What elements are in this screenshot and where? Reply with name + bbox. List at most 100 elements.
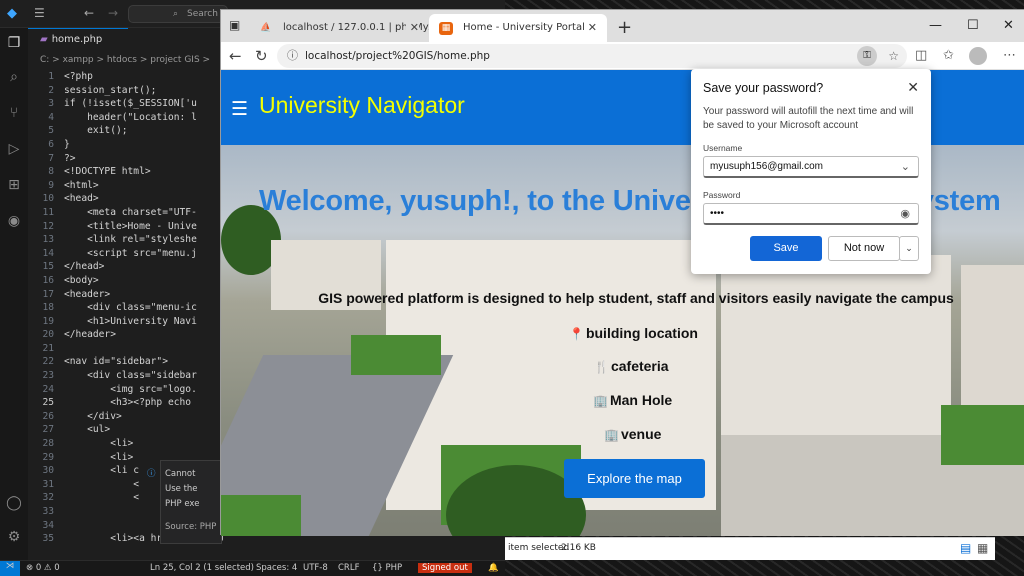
explore-map-button[interactable]: Explore the map [564, 459, 705, 498]
code-line[interactable]: 20 </header> [28, 328, 223, 342]
minimize-icon[interactable]: — [929, 12, 942, 40]
line-number: 17 [42, 288, 54, 300]
code-line[interactable]: 27 <ul> [28, 423, 223, 437]
code-line[interactable]: 11 <meta charset="UTF- [28, 206, 223, 220]
feature-venue[interactable]: 🏢 venue [604, 426, 661, 442]
code-line[interactable]: 28 <li> [28, 437, 223, 451]
split-screen-icon[interactable]: ◫ [915, 45, 927, 67]
profile-avatar[interactable] [969, 47, 987, 65]
code-line[interactable]: 4 header("Location: l [28, 111, 223, 125]
feature-building-location[interactable]: 📍 building location [569, 325, 698, 341]
editor-tab-label: home.php [51, 34, 103, 45]
code-line[interactable]: 26 </div> [28, 410, 223, 424]
close-tab-icon[interactable]: ✕ [588, 14, 597, 42]
feature-label: cafeteria [610, 358, 669, 374]
password-field[interactable]: •••• ◉ [703, 203, 919, 225]
line-number: 18 [42, 302, 54, 314]
popup-source: Source: PHP [165, 522, 217, 532]
close-icon[interactable]: ✕ [907, 79, 919, 96]
code-line[interactable]: 21 [28, 342, 223, 356]
code-line[interactable]: 17 <header> [28, 288, 223, 302]
breadcrumb[interactable]: C: > xampp > htdocs > project GIS > [40, 55, 210, 65]
back-arrow-icon[interactable]: ← [229, 44, 242, 68]
extensions-icon[interactable]: ⊞ [5, 176, 23, 194]
code-line[interactable]: 8 <!DOCTYPE html> [28, 165, 223, 179]
tab-university-portal[interactable]: ▦ Home - University Portal ✕ [429, 14, 607, 42]
code-line[interactable]: 10 <head> [28, 192, 223, 206]
favorites-icon[interactable]: ✩ [943, 45, 954, 67]
code-line[interactable]: 7 ?> [28, 152, 223, 166]
close-window-icon[interactable]: ✕ [1003, 12, 1014, 40]
explorer-icon[interactable]: ❐ [5, 34, 23, 52]
code-text: <!DOCTYPE html> [64, 166, 151, 178]
code-line[interactable]: 19 <h1>University Navi [28, 315, 223, 329]
forward-arrow-icon[interactable]: → [108, 6, 118, 20]
feature-cafeteria[interactable]: 🍴 cafeteria [594, 358, 669, 374]
password-key-icon[interactable]: ⚿ [857, 46, 877, 66]
code-line[interactable]: 23 <div class="sidebar [28, 369, 223, 383]
more-options-chevron-icon[interactable]: ⌄ [899, 236, 919, 261]
back-arrow-icon[interactable]: ← [84, 6, 94, 20]
code-line[interactable]: 16 <body> [28, 274, 223, 288]
popup-line: PHP exe [165, 499, 200, 509]
editor-tab-home-php[interactable]: ▰ home.php [28, 28, 128, 52]
close-tab-icon[interactable]: ✕ [405, 14, 419, 42]
address-bar[interactable]: ⓘ localhost/project%20GIS/home.php ⚿ ☆ [277, 44, 907, 68]
menu-icon[interactable]: ☰ [34, 6, 45, 20]
code-line[interactable]: 1 <?php [28, 70, 223, 84]
edge-tools-icon[interactable]: ◉ [5, 212, 23, 230]
chevron-down-icon[interactable]: ⌄ [901, 157, 910, 177]
code-line[interactable]: 2 session_start(); [28, 84, 223, 98]
line-number: 35 [42, 533, 54, 545]
code-line[interactable]: 3 if (!isset($_SESSION['u [28, 97, 223, 111]
dialog-title: Save your password? [703, 81, 824, 95]
line-number: 31 [42, 478, 54, 490]
run-debug-icon[interactable]: ▷ [5, 140, 23, 158]
code-line[interactable]: 24 <img src="logo. [28, 383, 223, 397]
code-text: <title>Home - Unive [64, 220, 197, 232]
reveal-password-eye-icon[interactable]: ◉ [900, 204, 910, 224]
code-line[interactable]: 13 <link rel="styleshe [28, 233, 223, 247]
source-control-icon[interactable]: ⑂ [5, 104, 23, 122]
favorite-star-icon[interactable]: ☆ [888, 44, 899, 68]
code-line[interactable]: 14 <script src="menu.j [28, 247, 223, 261]
maximize-icon[interactable]: ☐ [967, 12, 979, 40]
not-now-button[interactable]: Not now [828, 236, 900, 261]
feature-man-hole[interactable]: 🏢 Man Hole [593, 392, 672, 408]
code-line[interactable]: 6} [28, 138, 223, 152]
command-search[interactable]: ⌕ Search [128, 5, 228, 23]
tiles-view-icon[interactable]: ▦ [977, 541, 988, 555]
code-line[interactable]: 15 </head> [28, 260, 223, 274]
code-line[interactable]: 22 <nav id="sidebar"> [28, 355, 223, 369]
code-line[interactable]: 18 <div class="menu-ic [28, 301, 223, 315]
tab-phpmyadmin[interactable]: ⛵ localhost / 127.0.0.1 | phpMyAdmin ✕ [249, 14, 429, 42]
code-line[interactable]: 5 exit(); [28, 124, 223, 138]
feature-label: venue [620, 426, 662, 442]
code-line[interactable]: 12 <title>Home - Unive [28, 220, 223, 234]
fork-knife-icon: 🍴 [594, 360, 609, 374]
line-number: 19 [42, 315, 54, 327]
code-line[interactable]: 9 <html> [28, 179, 223, 193]
account-icon[interactable]: ◯ [5, 494, 23, 512]
details-view-icon[interactable]: ▤ [960, 541, 971, 555]
refresh-icon[interactable]: ↻ [255, 44, 268, 68]
popup-line: Use the [165, 484, 198, 494]
line-number: 33 [42, 506, 54, 517]
username-field[interactable]: myusuph156@gmail.com ⌄ [703, 156, 919, 178]
more-menu-icon[interactable]: ⋯ [1003, 45, 1016, 67]
save-button[interactable]: Save [750, 236, 822, 261]
line-number: 4 [48, 111, 54, 123]
tab-actions-icon[interactable]: ▣ [229, 18, 240, 32]
settings-gear-icon[interactable]: ⚙ [5, 528, 23, 546]
code-text: < [64, 478, 140, 490]
hamburger-menu-icon[interactable]: ☰ [231, 99, 248, 119]
code-line[interactable]: 25 <h3><?php echo [28, 396, 223, 410]
new-tab-icon[interactable]: + [617, 14, 632, 42]
code-text: <?php [64, 71, 93, 82]
activity-bar: ❐ ⌕ ⑂ ▷ ⊞ ◉ ◯ ⚙ [0, 28, 28, 560]
search-view-icon[interactable]: ⌕ [5, 68, 23, 86]
info-icon[interactable]: ⓘ [287, 44, 298, 68]
line-number: 24 [42, 383, 54, 395]
line-number: 12 [42, 220, 54, 232]
username-label: Username [703, 143, 743, 153]
